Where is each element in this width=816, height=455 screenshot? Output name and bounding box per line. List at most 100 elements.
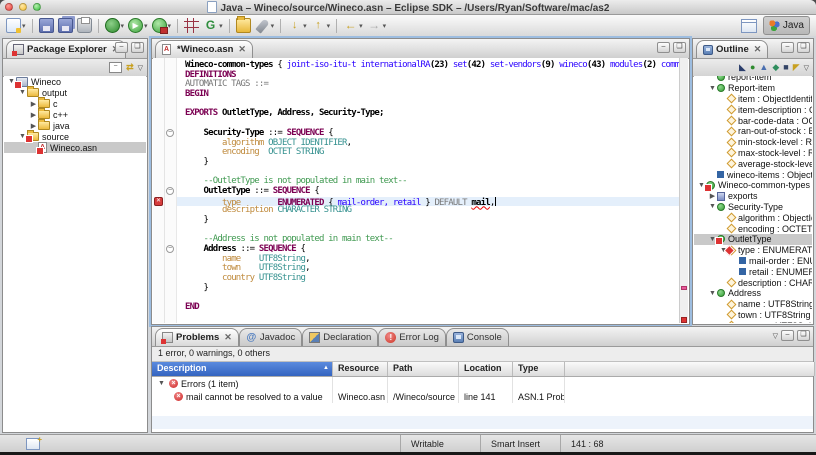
collapsed-arrow-icon[interactable]: ▶: [29, 122, 38, 130]
error-overview-marker[interactable]: [681, 286, 687, 290]
tree-item-java[interactable]: ▶java: [4, 120, 146, 131]
tree-item-wineco-asn[interactable]: Wineco.asn: [4, 142, 146, 153]
dropdown-arrow-icon[interactable]: ▾: [121, 22, 125, 30]
collapsed-arrow-icon[interactable]: ▶: [29, 100, 38, 108]
forward-history-button[interactable]: ▾: [366, 17, 388, 35]
tab-package-explorer[interactable]: Package Explorer✕: [6, 40, 126, 58]
code-line[interactable]: OutletType ::= SEQUENCE {: [177, 187, 679, 197]
tree-item-name-utf8string[interactable]: name : UTF8String: [694, 299, 812, 310]
perspective-button-java[interactable]: Java: [763, 16, 810, 35]
tab-javadoc[interactable]: @Javadoc: [239, 328, 302, 346]
code-line[interactable]: EXPORTS OutletType, Address, Security-Ty…: [177, 109, 679, 119]
prev-annotation-button[interactable]: ▾: [310, 17, 332, 35]
dropdown-arrow-icon[interactable]: ▾: [383, 22, 387, 30]
tab-declaration[interactable]: Declaration: [302, 328, 378, 346]
hide-local-icon[interactable]: ■: [783, 61, 788, 74]
tree-item-town-utf8string[interactable]: town : UTF8String: [694, 310, 812, 321]
view-menu-icon[interactable]: ▽: [804, 64, 809, 72]
expanded-arrow-icon[interactable]: ▼: [708, 290, 717, 297]
search-button[interactable]: ▾: [254, 17, 276, 35]
collapsed-arrow-icon[interactable]: ▶: [29, 111, 38, 119]
hide-static-icon[interactable]: ◆: [772, 61, 779, 74]
print-button[interactable]: [76, 17, 93, 35]
expanded-arrow-icon[interactable]: ▼: [18, 89, 27, 96]
code-line[interactable]: END: [177, 303, 679, 313]
save-all-button[interactable]: [57, 17, 74, 35]
filters-icon[interactable]: ◤: [793, 61, 800, 74]
new-wizard-button[interactable]: ▾: [5, 17, 27, 35]
tree-item-outlettype[interactable]: ▼OutletType: [694, 234, 812, 245]
dropdown-arrow-icon[interactable]: ▾: [303, 22, 307, 30]
minimize-view-button[interactable]: –: [115, 42, 128, 53]
dropdown-arrow-icon[interactable]: ▾: [168, 22, 172, 30]
tree-item-wineco-common-types[interactable]: ▼Wineco-common-types: [694, 180, 812, 191]
code-line[interactable]: country UTF8String: [177, 274, 679, 284]
external-tools-button[interactable]: ▾: [151, 17, 173, 35]
code-line[interactable]: BEGIN: [177, 90, 679, 100]
dropdown-arrow-icon[interactable]: ▾: [219, 22, 223, 30]
code-area[interactable]: Wineco-common-types { joint-iso-itu-t in…: [177, 58, 679, 323]
minimize-view-button[interactable]: –: [781, 42, 794, 53]
column-header-type[interactable]: Type: [513, 362, 565, 376]
code-line[interactable]: }: [177, 216, 679, 226]
dropdown-arrow-icon[interactable]: ▾: [327, 22, 331, 30]
next-annotation-button[interactable]: ▾: [286, 17, 308, 35]
tree-item-average-stock-level[interactable]: average-stock-level: [694, 158, 812, 169]
tree-item-c[interactable]: ▶c: [4, 98, 146, 109]
dropdown-arrow-icon[interactable]: ▾: [359, 22, 363, 30]
tree-item-c-[interactable]: ▶c++: [4, 109, 146, 120]
table-row[interactable]: ▼×Errors (1 item): [152, 377, 813, 390]
column-header-path[interactable]: Path: [388, 362, 459, 376]
table-row[interactable]: ×mail cannot be resolved to a valueWinec…: [152, 390, 813, 403]
back-history-button[interactable]: ▾: [342, 17, 364, 35]
tree-item-exports[interactable]: ▶exports: [694, 191, 812, 202]
tab-console[interactable]: Console: [446, 328, 509, 346]
tree-item-report-item[interactable]: ▼Report-item: [694, 83, 812, 94]
expanded-arrow-icon[interactable]: ▼: [157, 380, 166, 387]
tree-item-mail-order-enu[interactable]: mail-order : ENU: [694, 256, 812, 267]
sort-icon[interactable]: ◣: [739, 61, 746, 74]
hide-fields-icon[interactable]: ▲: [759, 61, 768, 74]
collapsed-arrow-icon[interactable]: ▶: [708, 192, 717, 200]
tab-problems[interactable]: Problems✕: [155, 328, 239, 346]
dropdown-arrow-icon[interactable]: ▾: [144, 22, 148, 30]
maximize-view-button[interactable]: ❑: [797, 42, 810, 53]
expanded-arrow-icon[interactable]: ▼: [708, 203, 717, 210]
fold-collapse-icon[interactable]: −: [166, 187, 174, 195]
dropdown-arrow-icon[interactable]: ▾: [271, 22, 275, 30]
tree-item-type-enumerated[interactable]: ▼type : ENUMERATED: [694, 245, 812, 256]
tree-item-security-type[interactable]: ▼Security-Type: [694, 202, 812, 213]
code-line[interactable]: }: [177, 284, 679, 294]
java-grid-button[interactable]: [183, 17, 200, 35]
fast-view-icon[interactable]: [26, 438, 40, 450]
tree-item-address[interactable]: ▼Address: [694, 288, 812, 299]
tree-item-bar-code-data-oct[interactable]: bar-code-data : OCT: [694, 115, 812, 126]
tab-error-log[interactable]: !Error Log: [378, 328, 446, 346]
close-icon[interactable]: ✕: [224, 332, 232, 343]
view-menu-icon[interactable]: ▽: [138, 64, 143, 72]
tree-item-item-description-o[interactable]: item-description : O: [694, 104, 812, 115]
open-perspective-icon[interactable]: [741, 19, 757, 33]
tab-outline[interactable]: Outline✕: [696, 40, 768, 58]
fold-collapse-icon[interactable]: −: [166, 129, 174, 137]
minimize-editor-button[interactable]: –: [657, 42, 670, 53]
column-header-location[interactable]: Location: [459, 362, 513, 376]
dropdown-arrow-icon[interactable]: ▾: [22, 22, 26, 30]
minimize-view-button[interactable]: –: [781, 330, 794, 341]
maximize-view-button[interactable]: ❑: [131, 42, 144, 53]
expanded-arrow-icon[interactable]: ▼: [708, 85, 717, 92]
code-line[interactable]: encoding OCTET STRING: [177, 148, 679, 158]
hide-non-public-icon[interactable]: ●: [750, 61, 755, 74]
tree-item-min-stock-level-re[interactable]: min-stock-level : RE: [694, 137, 812, 148]
maximize-view-button[interactable]: ❑: [797, 330, 810, 341]
tree-item-country-utf8string[interactable]: country : UTF8String: [694, 320, 812, 323]
column-header-description[interactable]: Description▲: [152, 362, 333, 376]
tree-item-output[interactable]: ▼output: [4, 87, 146, 98]
tree-item-ran-out-of-stock-b[interactable]: ran-out-of-stock : B: [694, 126, 812, 137]
open-folder-button[interactable]: [235, 17, 252, 35]
column-header-resource[interactable]: Resource: [333, 362, 388, 376]
run-button[interactable]: ▶▾: [127, 17, 149, 35]
maximize-editor-button[interactable]: ❑: [673, 42, 686, 53]
tree-item-item-objectidentifie[interactable]: item : ObjectIdentifie: [694, 94, 812, 105]
tree-item-max-stock-level-re[interactable]: max-stock-level : RE: [694, 148, 812, 159]
